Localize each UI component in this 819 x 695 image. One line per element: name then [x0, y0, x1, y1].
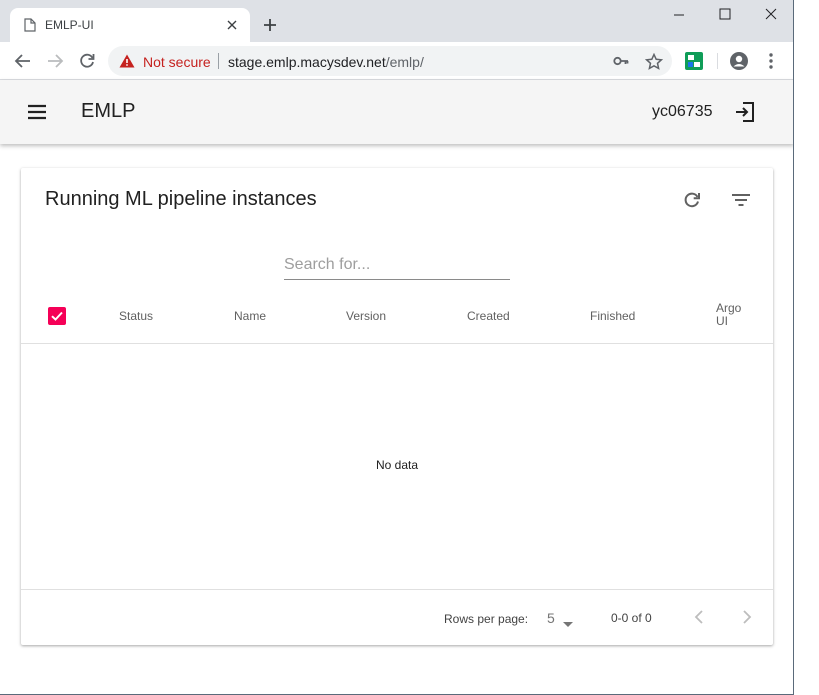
maximize-icon[interactable]: [718, 7, 732, 21]
dropdown-arrow-icon[interactable]: [563, 615, 573, 633]
column-header-created[interactable]: Created: [467, 309, 510, 323]
back-arrow-icon[interactable]: [13, 51, 33, 71]
refresh-icon[interactable]: [682, 190, 702, 215]
profile-icon[interactable]: [729, 51, 749, 76]
card-title: Running ML pipeline instances: [45, 188, 317, 210]
security-status[interactable]: Not secure: [143, 54, 211, 70]
chevron-left-icon[interactable]: [692, 609, 706, 630]
filter-list-icon[interactable]: [730, 190, 752, 215]
forward-arrow-icon[interactable]: [45, 51, 65, 71]
app-title: EMLP: [81, 100, 136, 122]
omnibox-divider: [218, 53, 219, 69]
url-path: /emlp/: [385, 54, 424, 70]
url-host: stage.emlp.macysdev.net: [228, 54, 386, 70]
reload-icon[interactable]: [77, 51, 97, 71]
username-label: yc06735: [652, 103, 713, 120]
menu-icon[interactable]: [27, 102, 47, 122]
url-text: stage.emlp.macysdev.net/emlp/: [228, 54, 424, 70]
empty-table-message: No data: [375, 458, 419, 472]
close-tab-icon[interactable]: [225, 18, 239, 32]
column-header-status[interactable]: Status: [119, 309, 153, 323]
table-pagination: Rows per page: 5 0-0 of 0: [21, 589, 773, 645]
logout-icon[interactable]: [734, 101, 756, 128]
extension-icon[interactable]: [685, 52, 703, 75]
pipeline-instances-card: Running ML pipeline instances Status Nam…: [21, 168, 773, 645]
select-all-checkbox[interactable]: [48, 307, 66, 325]
search-input[interactable]: [284, 254, 510, 276]
pagination-range: 0-0 of 0: [611, 611, 652, 625]
browser-window: EMLP-UI Not secure stage.emlp.macysdev.n…: [0, 0, 794, 695]
table-header: Status Name Version Created Finished Arg…: [21, 294, 773, 344]
rows-per-page-label: Rows per page:: [444, 612, 529, 626]
column-header-name[interactable]: Name: [234, 309, 266, 323]
warning-icon: [119, 54, 135, 73]
new-tab-icon[interactable]: [262, 17, 278, 33]
key-icon[interactable]: [613, 54, 629, 73]
close-window-icon[interactable]: [764, 7, 778, 21]
toolbar-divider: [717, 53, 718, 69]
rows-per-page-select[interactable]: 5: [547, 610, 555, 626]
chevron-right-icon[interactable]: [740, 609, 754, 630]
browser-tab[interactable]: EMLP-UI: [10, 8, 250, 42]
browser-toolbar: Not secure stage.emlp.macysdev.net/emlp/: [0, 42, 793, 80]
column-header-argo-ui[interactable]: Argo UI: [716, 302, 750, 328]
page-icon: [24, 18, 36, 37]
tab-strip: EMLP-UI: [0, 0, 793, 42]
bookmark-star-icon[interactable]: [644, 52, 664, 76]
column-header-version[interactable]: Version: [346, 309, 386, 323]
app-header: EMLP yc06735: [0, 80, 793, 144]
address-bar[interactable]: Not secure stage.emlp.macysdev.net/emlp/: [108, 46, 672, 76]
minimize-icon[interactable]: [672, 7, 686, 21]
search-field[interactable]: [284, 254, 510, 280]
tab-title: EMLP-UI: [45, 18, 94, 32]
more-vert-icon[interactable]: [768, 52, 774, 75]
column-header-finished[interactable]: Finished: [590, 309, 635, 323]
